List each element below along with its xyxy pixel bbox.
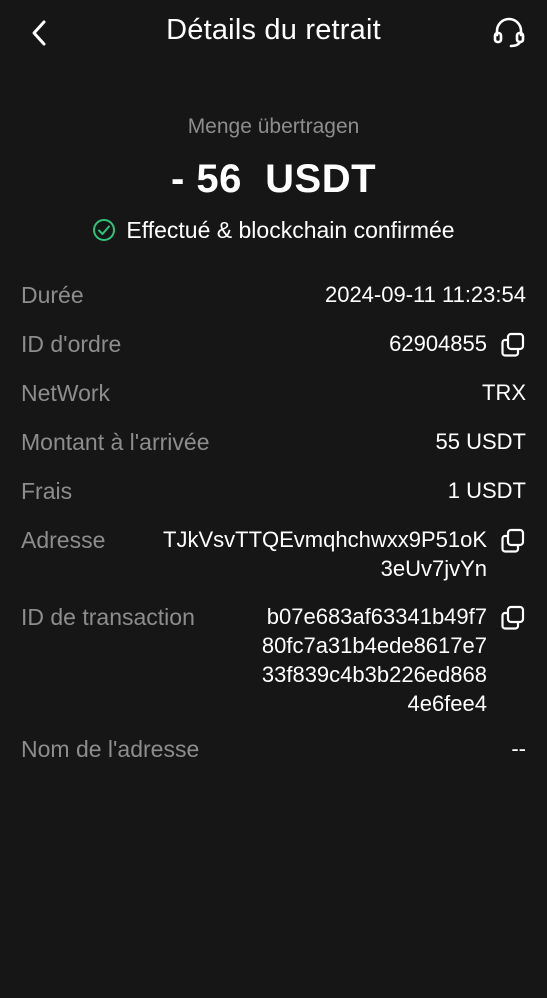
page-title: Détails du retrait: [166, 14, 381, 46]
copy-icon[interactable]: [500, 332, 526, 358]
withdrawal-summary: Menge übertragen - 56 USDT Effectué & bl…: [0, 112, 547, 245]
top-bar: Détails du retrait: [0, 0, 547, 66]
amount-label: Menge übertragen: [187, 115, 360, 138]
address-name-text: --: [511, 736, 526, 761]
address-label: Adresse: [21, 527, 106, 553]
arrival-amount-text: 55 USDT: [435, 429, 526, 454]
arrival-amount-value: 55 USDT: [436, 425, 526, 459]
copy-icon[interactable]: [500, 605, 526, 631]
support-button[interactable]: [491, 14, 527, 50]
duration-value: 2024-09-11 11:23:54: [325, 278, 526, 312]
network-label: NetWork: [21, 380, 111, 406]
transaction-id-value: b07e683af63341b49f7 80fc7a31b4ede8617e7 …: [262, 600, 526, 718]
network-text: TRX: [482, 380, 526, 405]
check-circle-icon: [92, 218, 116, 242]
order-id-value: 62904855: [389, 327, 526, 361]
headset-icon: [493, 17, 525, 48]
withdrawal-amount: - 56 USDT: [170, 157, 377, 201]
order-id-text: 62904855: [389, 331, 487, 356]
address-text: TJkVsvTTQEvmqhchwxx9P51oK 3eUv7jvYn: [163, 527, 487, 581]
duration-text: 2024-09-11 11:23:54: [324, 282, 526, 307]
duration-label: Durée: [21, 282, 84, 308]
fee-label: Frais: [21, 478, 73, 504]
transaction-id-text: b07e683af63341b49f7 80fc7a31b4ede8617e7 …: [261, 604, 487, 716]
fee-value: 1 USDT: [448, 474, 526, 508]
address-name-value: --: [511, 732, 526, 766]
copy-icon[interactable]: [500, 528, 526, 554]
network-value: TRX: [482, 376, 526, 410]
status-badge: Effectué & blockchain confirmée: [0, 215, 547, 245]
transaction-id-label: ID de transaction: [21, 604, 195, 630]
fee-text: 1 USDT: [447, 478, 526, 503]
address-value: TJkVsvTTQEvmqhchwxx9P51oK 3eUv7jvYn: [163, 523, 526, 583]
order-id-label: ID d'ordre: [21, 331, 122, 357]
address-name-label: Nom de l'adresse: [21, 736, 200, 762]
status-text: Effectué & blockchain confirmée: [126, 216, 455, 243]
arrival-amount-label: Montant à l'arrivée: [21, 429, 210, 455]
